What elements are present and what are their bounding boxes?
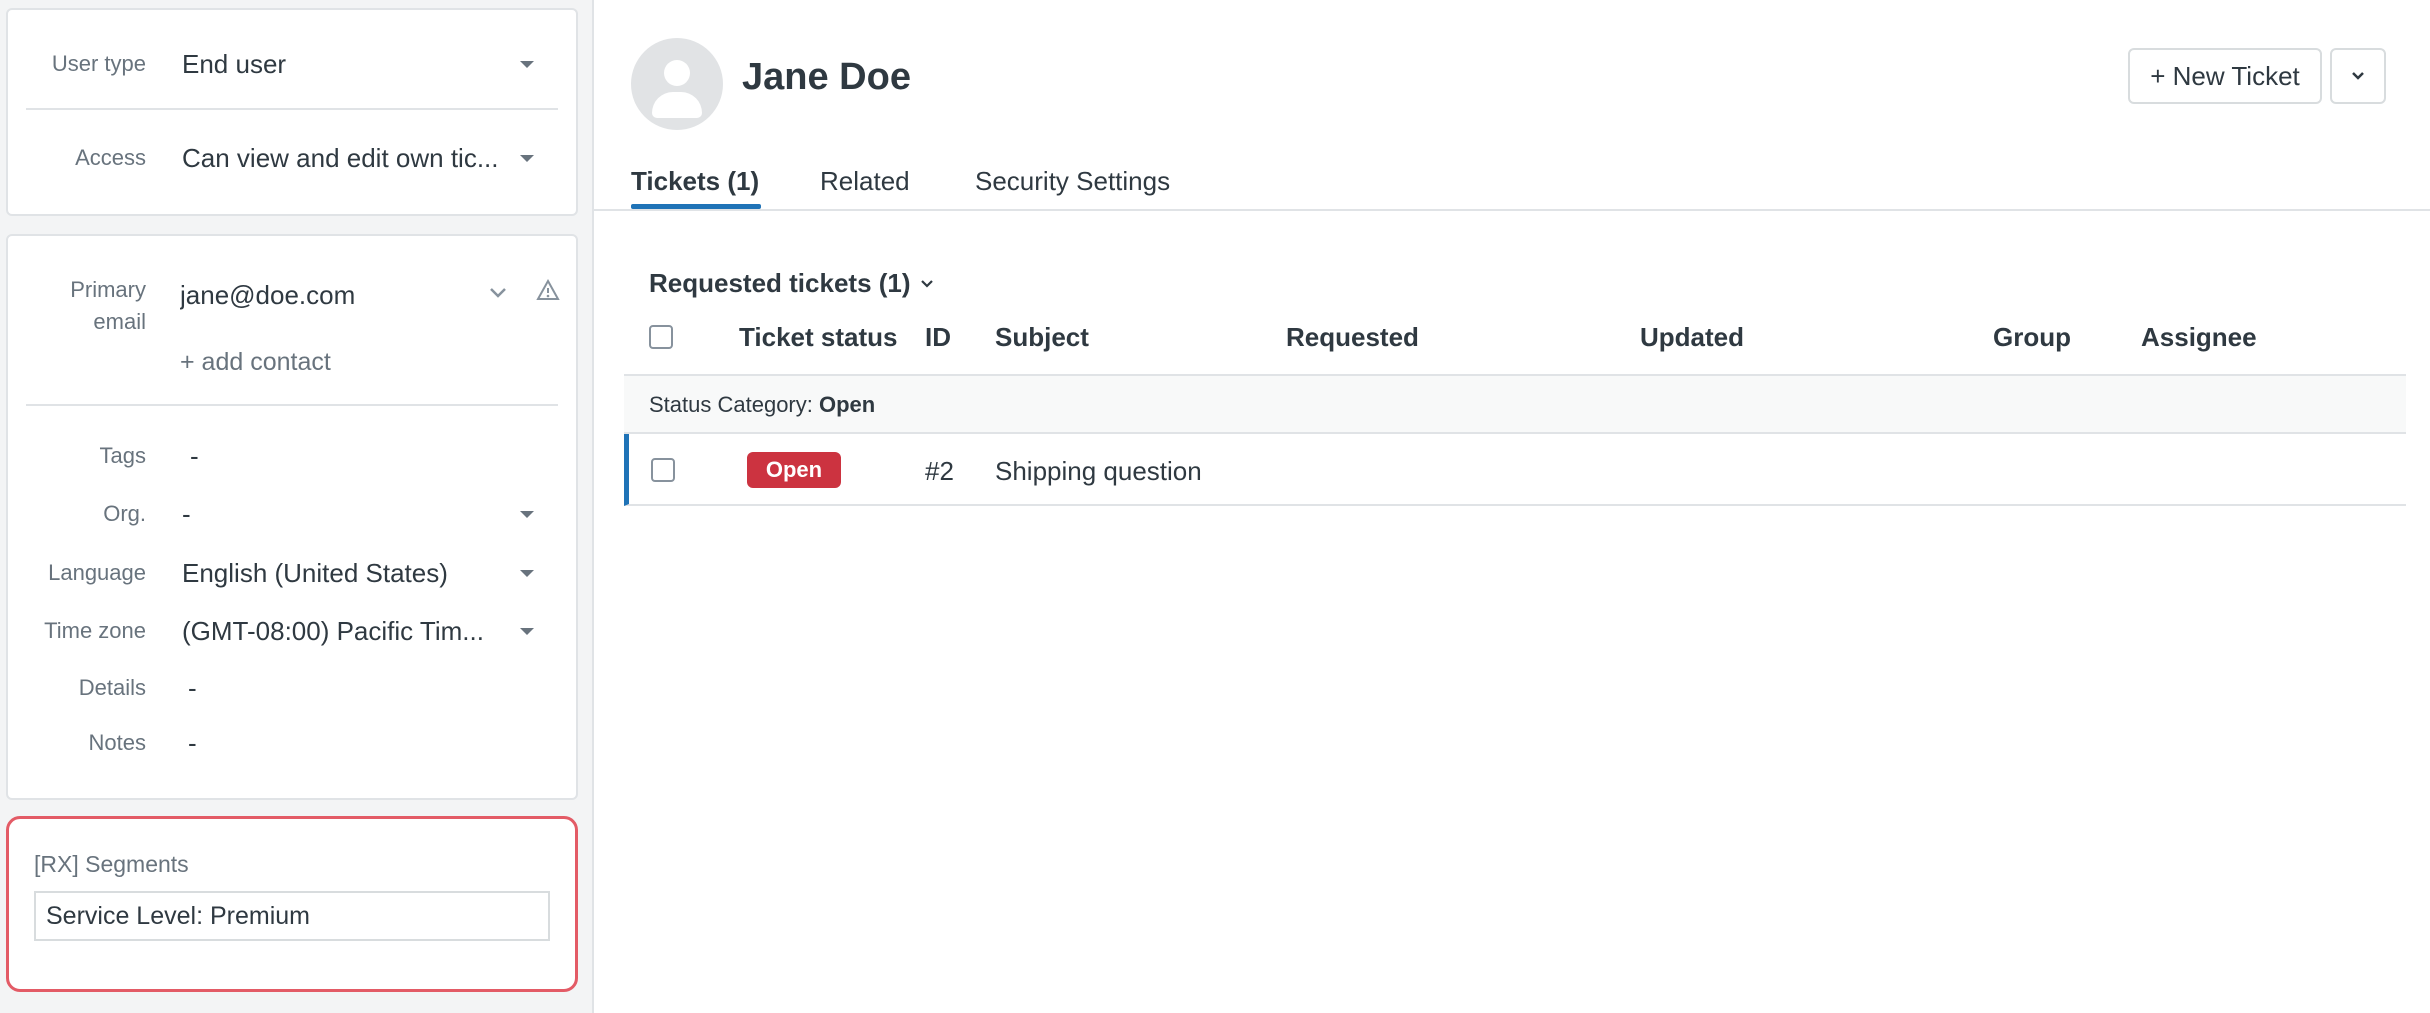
details-field[interactable]: Details - [8, 668, 576, 708]
tags-label: Tags [99, 443, 146, 468]
access-value[interactable]: Can view and edit own tic... [182, 143, 499, 174]
ticket-subject[interactable]: Shipping question [995, 456, 1202, 487]
tags-value[interactable]: - [190, 441, 199, 472]
row-checkbox[interactable] [651, 458, 675, 482]
org-label: Org. [103, 501, 146, 526]
primary-email-value[interactable]: jane@doe.com [180, 280, 355, 311]
requested-tickets-toggle[interactable]: Requested tickets (1) [649, 268, 935, 299]
access-label: Access [75, 145, 146, 170]
notes-value[interactable]: - [188, 728, 197, 759]
chevron-down-icon[interactable] [520, 60, 534, 68]
chevron-down-icon [920, 279, 933, 288]
chevron-down-icon[interactable] [520, 510, 534, 518]
org-value[interactable]: - [182, 499, 191, 530]
new-ticket-menu-button[interactable] [2330, 48, 2386, 104]
status-badge: Open [747, 452, 841, 488]
tab-security-settings[interactable]: Security Settings [975, 166, 1170, 197]
status-category-group-row: Status Category: Open [624, 374, 2406, 434]
chevron-down-icon[interactable] [520, 627, 534, 635]
status-category-label: Status Category: Open [649, 392, 876, 417]
access-field[interactable]: Access Can view and edit own tic... [8, 138, 576, 178]
column-header-ticket-status[interactable]: Ticket status [739, 322, 897, 353]
time-zone-label: Time zone [44, 618, 146, 643]
column-header-updated[interactable]: Updated [1640, 322, 1744, 353]
divider [26, 108, 558, 110]
chevron-down-icon[interactable] [488, 286, 508, 300]
column-header-assignee[interactable]: Assignee [2141, 322, 2257, 353]
notes-label: Notes [88, 730, 146, 755]
notes-field[interactable]: Notes - [8, 723, 576, 763]
column-header-subject[interactable]: Subject [995, 322, 1089, 353]
user-name-title: Jane Doe [742, 56, 911, 98]
user-type-label: User type [51, 51, 146, 76]
segments-label: [RX] Segments [34, 851, 189, 877]
tabs-divider [594, 209, 2430, 211]
tags-field[interactable]: Tags - [8, 436, 576, 476]
user-role-card: User type End user Access Can view and e… [6, 8, 578, 216]
warning-icon [536, 278, 560, 300]
primary-email-label: Primary email [70, 277, 146, 334]
column-header-id[interactable]: ID [925, 322, 951, 353]
column-header-requested[interactable]: Requested [1286, 322, 1419, 353]
details-label: Details [78, 675, 146, 700]
chevron-down-icon [2352, 72, 2364, 80]
tab-related[interactable]: Related [820, 166, 910, 197]
select-all-checkbox[interactable] [649, 325, 673, 349]
chevron-down-icon[interactable] [520, 154, 534, 162]
avatar [631, 38, 723, 130]
user-type-field[interactable]: User type End user [8, 44, 576, 84]
chevron-down-icon[interactable] [520, 569, 534, 577]
table-row[interactable]: Open #2 Shipping question [624, 434, 2406, 506]
language-value[interactable]: English (United States) [182, 558, 448, 589]
segments-input[interactable]: Service Level: Premium [34, 891, 550, 941]
new-ticket-button[interactable]: + New Ticket [2128, 48, 2322, 104]
user-type-value[interactable]: End user [182, 49, 286, 80]
main-panel: Jane Doe + New Ticket Tickets (1) Relate… [592, 0, 2430, 1013]
details-value[interactable]: - [188, 673, 197, 704]
tab-tickets[interactable]: Tickets (1) [631, 166, 759, 197]
ticket-id[interactable]: #2 [925, 456, 954, 487]
segments-card: [RX] Segments Service Level: Premium [6, 816, 578, 992]
time-zone-field[interactable]: Time zone (GMT-08:00) Pacific Tim... [8, 611, 576, 651]
user-details-card: Primary email jane@doe.com + add contact… [6, 234, 578, 800]
add-contact-link[interactable]: + add contact [180, 348, 331, 377]
user-sidebar: User type End user Access Can view and e… [0, 0, 586, 1013]
time-zone-value[interactable]: (GMT-08:00) Pacific Tim... [182, 616, 484, 647]
column-header-group[interactable]: Group [1993, 322, 2071, 353]
language-label: Language [48, 560, 146, 585]
org-field[interactable]: Org. - [8, 494, 576, 534]
language-field[interactable]: Language English (United States) [8, 553, 576, 593]
requested-tickets-title: Requested tickets (1) [649, 268, 911, 298]
divider [26, 404, 558, 406]
segments-value: Service Level: Premium [46, 901, 310, 930]
